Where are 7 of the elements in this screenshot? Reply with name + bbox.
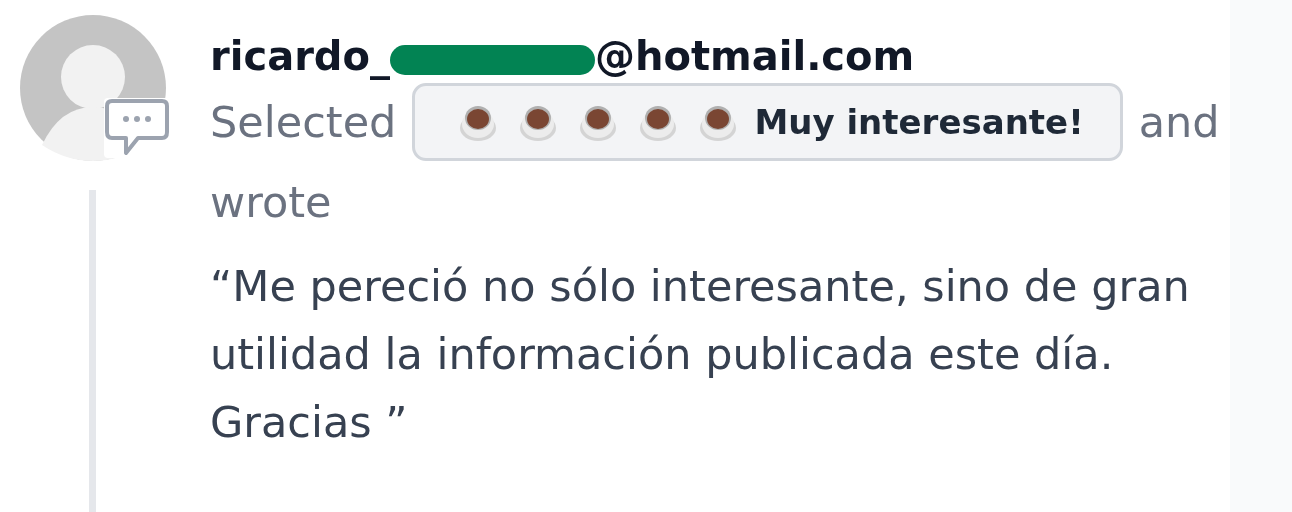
author-name-end: @hotmail.com — [595, 36, 915, 76]
comment-icon — [104, 98, 170, 158]
selected-label: Selected — [210, 96, 397, 149]
comment-text: “Me pereció no sólo interesante, sino de gran utilidad la información publicada este día. Gracias ” — [210, 260, 1191, 449]
wrote-label: wrote — [210, 176, 332, 229]
rating-label: Muy interesante! — [754, 105, 1084, 139]
and-label: and — [1138, 96, 1220, 149]
